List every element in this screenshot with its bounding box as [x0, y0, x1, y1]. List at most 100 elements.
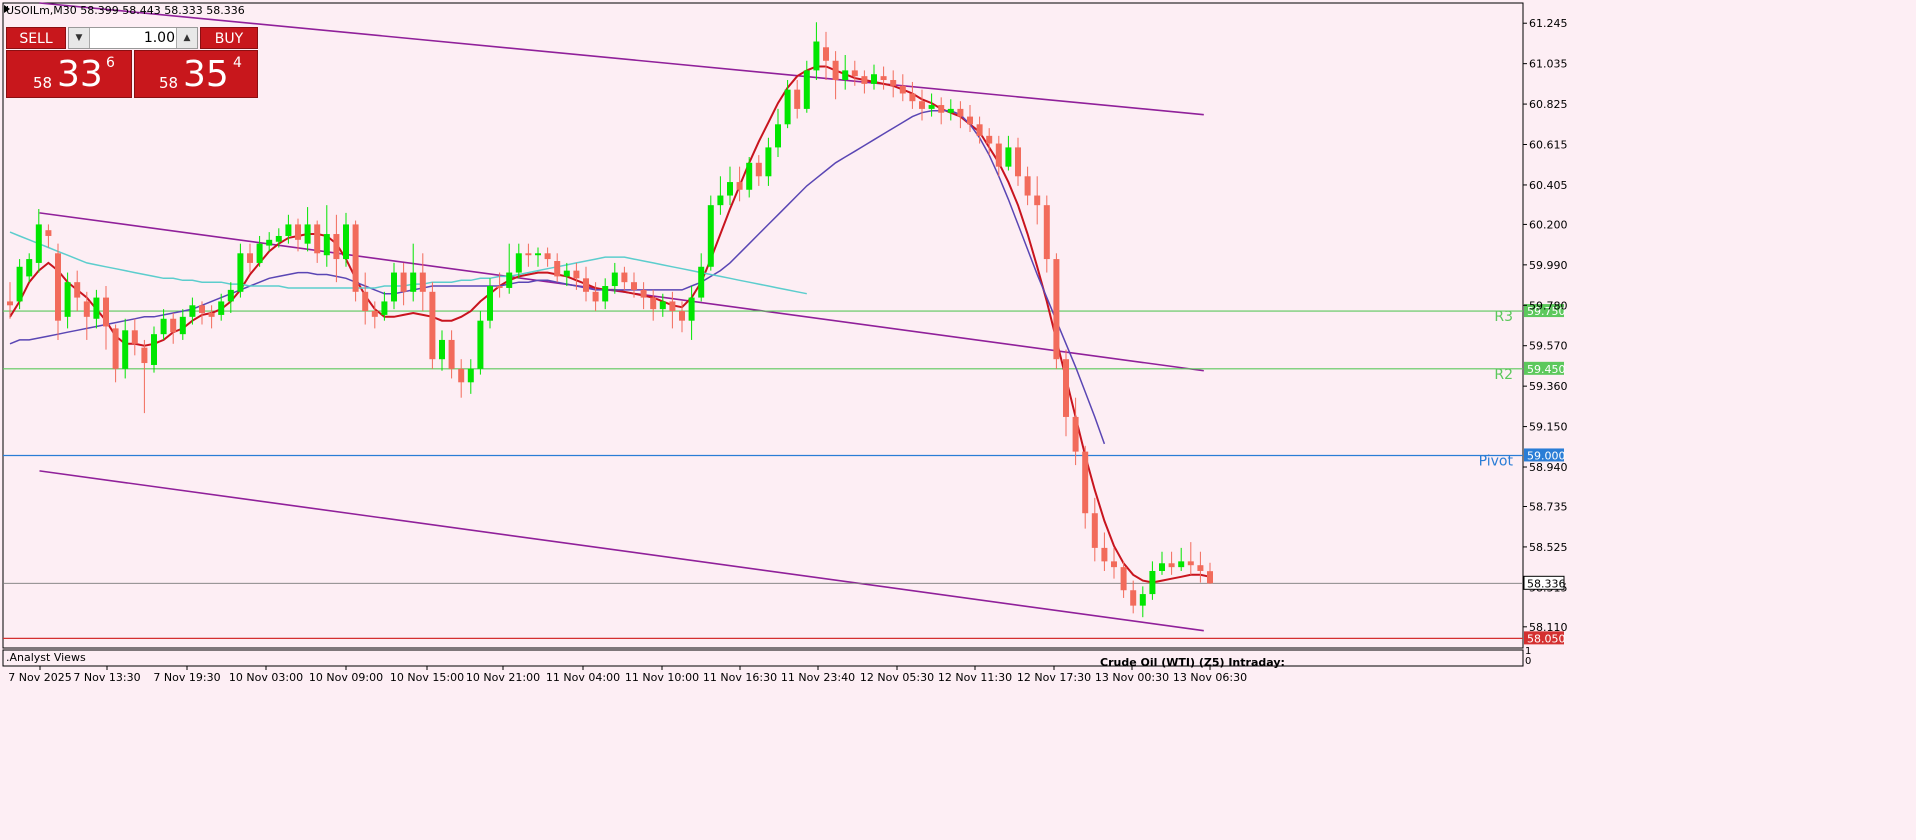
- candle-body[interactable]: [141, 347, 148, 364]
- candle-body[interactable]: [218, 301, 225, 315]
- candle-body[interactable]: [429, 291, 436, 360]
- candle-body[interactable]: [947, 108, 954, 113]
- candle-body[interactable]: [304, 224, 311, 244]
- candle-body[interactable]: [640, 289, 647, 298]
- candle-body[interactable]: [439, 339, 445, 360]
- candle-body[interactable]: [55, 253, 61, 321]
- candle-body[interactable]: [1159, 563, 1165, 571]
- candle-body[interactable]: [266, 239, 273, 246]
- candle-body[interactable]: [765, 147, 772, 177]
- candle-body[interactable]: [890, 80, 897, 86]
- candle-body[interactable]: [208, 312, 215, 317]
- candle-body[interactable]: [659, 301, 666, 310]
- candle-body[interactable]: [170, 318, 177, 333]
- candle-body[interactable]: [515, 253, 522, 273]
- candle-body[interactable]: [448, 339, 455, 369]
- candle-body[interactable]: [823, 47, 829, 61]
- candle-body[interactable]: [1063, 359, 1069, 417]
- candle-body[interactable]: [275, 235, 282, 242]
- candle-body[interactable]: [487, 286, 493, 321]
- candle-body[interactable]: [563, 270, 570, 277]
- candle-body[interactable]: [199, 305, 205, 313]
- candle-body[interactable]: [813, 41, 820, 71]
- candle-body[interactable]: [419, 272, 426, 292]
- candle-body[interactable]: [16, 266, 23, 302]
- candle-body[interactable]: [602, 286, 609, 302]
- candle-body[interactable]: [919, 101, 925, 109]
- candle-body[interactable]: [679, 311, 685, 321]
- candle-body[interactable]: [496, 286, 503, 288]
- candle-body[interactable]: [179, 316, 186, 335]
- candle-body[interactable]: [285, 224, 292, 236]
- candle-body[interactable]: [1034, 195, 1041, 206]
- candle-body[interactable]: [64, 282, 71, 317]
- candle-body[interactable]: [832, 60, 839, 81]
- candle-body[interactable]: [755, 162, 762, 177]
- candle-body[interactable]: [842, 70, 849, 81]
- candle-body[interactable]: [727, 182, 733, 196]
- candle-body[interactable]: [131, 330, 138, 344]
- candle-body[interactable]: [314, 224, 321, 254]
- candle-body[interactable]: [583, 278, 589, 292]
- candle-body[interactable]: [621, 272, 628, 283]
- candle-body[interactable]: [957, 108, 964, 117]
- candle-body[interactable]: [899, 85, 906, 94]
- candle-body[interactable]: [631, 282, 637, 290]
- candle-body[interactable]: [803, 70, 810, 109]
- sell-price-button[interactable]: 58 33 6: [6, 50, 132, 98]
- candle-body[interactable]: [986, 135, 993, 144]
- candle-body[interactable]: [554, 261, 561, 277]
- candle-body[interactable]: [1024, 176, 1031, 196]
- candle-body[interactable]: [611, 272, 618, 287]
- candle-body[interactable]: [909, 93, 916, 102]
- candle-body[interactable]: [381, 301, 388, 315]
- candle-body[interactable]: [122, 330, 129, 369]
- candle-body[interactable]: [1101, 547, 1108, 562]
- candle-body[interactable]: [861, 76, 868, 84]
- candle-body[interactable]: [1043, 205, 1050, 260]
- candle-body[interactable]: [976, 124, 983, 136]
- candle-body[interactable]: [871, 74, 877, 84]
- candle-body[interactable]: [1120, 567, 1127, 591]
- candle-body[interactable]: [1207, 571, 1213, 584]
- candle-body[interactable]: [371, 311, 378, 317]
- candle-body[interactable]: [938, 105, 945, 113]
- candle-body[interactable]: [1139, 594, 1146, 606]
- candle-body[interactable]: [352, 224, 359, 292]
- candle-body[interactable]: [477, 320, 484, 369]
- candle-body[interactable]: [323, 234, 330, 256]
- candle-body[interactable]: [333, 234, 340, 260]
- price-chart[interactable]: R3 59.750R2 59.450Pivot 59.00058.05061.2456…: [0, 0, 1916, 840]
- candle-body[interactable]: [736, 182, 743, 190]
- candle-body[interactable]: [103, 297, 109, 327]
- candle-body[interactable]: [458, 368, 465, 383]
- candle-body[interactable]: [1091, 513, 1098, 548]
- candle-body[interactable]: [746, 162, 753, 190]
- candle-body[interactable]: [794, 89, 801, 109]
- candle-body[interactable]: [592, 291, 599, 302]
- candle-body[interactable]: [227, 289, 234, 302]
- candle-body[interactable]: [93, 297, 100, 319]
- candle-body[interactable]: [112, 328, 119, 369]
- candle-body[interactable]: [1015, 147, 1021, 177]
- candle-body[interactable]: [343, 224, 349, 260]
- candle-body[interactable]: [1149, 570, 1156, 595]
- candle-body[interactable]: [391, 272, 397, 302]
- candle-body[interactable]: [1111, 561, 1117, 568]
- candle-body[interactable]: [1178, 561, 1185, 568]
- candle-body[interactable]: [1197, 565, 1204, 571]
- candle-body[interactable]: [295, 224, 301, 240]
- candle-body[interactable]: [688, 297, 695, 321]
- lot-size-input[interactable]: [91, 28, 179, 48]
- candle-body[interactable]: [573, 270, 580, 279]
- lot-increase-button[interactable]: ▲: [176, 28, 197, 48]
- candle-body[interactable]: [256, 243, 263, 263]
- candle-body[interactable]: [362, 291, 369, 312]
- candle-body[interactable]: [775, 124, 781, 148]
- candle-body[interactable]: [851, 70, 858, 77]
- candle-body[interactable]: [189, 305, 196, 317]
- candle-body[interactable]: [784, 89, 791, 125]
- candle-body[interactable]: [45, 230, 52, 236]
- candle-body[interactable]: [967, 116, 973, 125]
- buy-button[interactable]: BUY: [200, 27, 258, 49]
